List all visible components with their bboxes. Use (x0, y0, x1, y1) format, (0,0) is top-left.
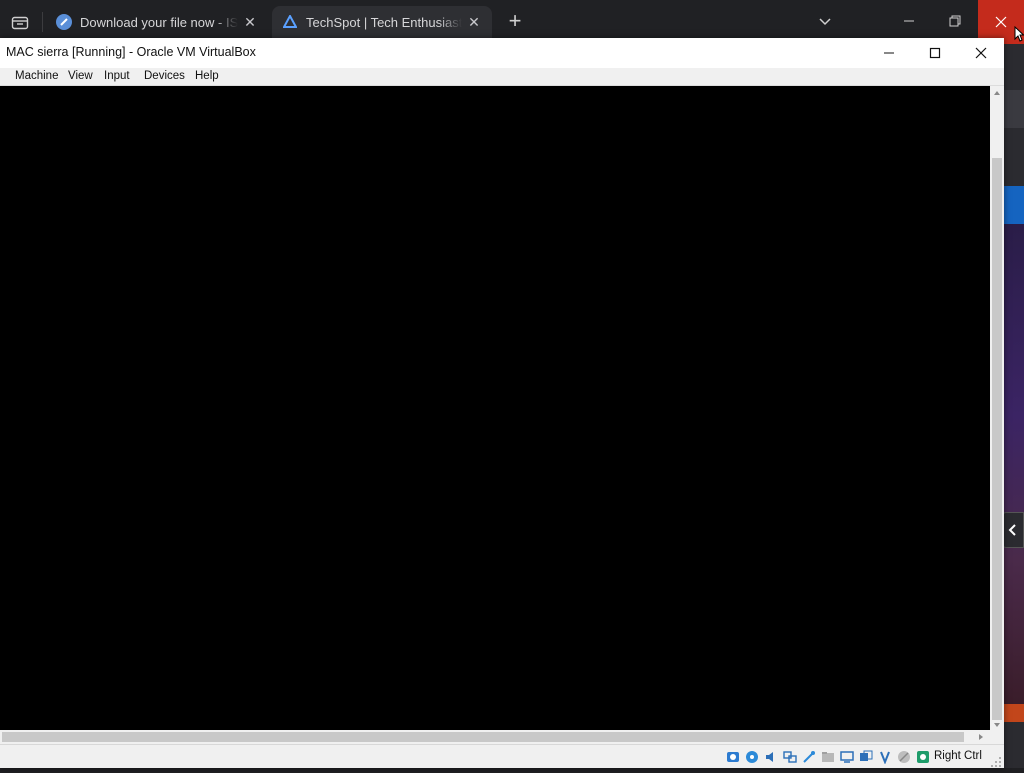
tab-title: TechSpot | Tech Enthusiasts, Power Users… (306, 14, 462, 30)
scroll-up-arrow-icon[interactable] (990, 86, 1004, 98)
resize-grip-icon[interactable] (990, 755, 1002, 767)
menu-input[interactable]: Input (104, 70, 130, 82)
vertical-scroll-thumb[interactable] (992, 158, 1002, 720)
vbox-maximize-icon[interactable] (912, 38, 958, 68)
vbox-titlebar[interactable]: MAC sierra [Running] - Oracle VM Virtual… (0, 38, 1004, 68)
vbox-minimize-icon[interactable] (866, 38, 912, 68)
browser-page-edge-banner (1004, 186, 1024, 224)
usb-icon[interactable] (802, 750, 816, 764)
tab-techspot[interactable]: TechSpot | Tech Enthusiasts, Power Users… (272, 6, 492, 38)
audio-icon[interactable] (764, 750, 778, 764)
vm-display[interactable] (0, 86, 990, 730)
menu-view[interactable]: View (68, 70, 93, 82)
sidebar-collapse-chevron-icon[interactable] (1002, 512, 1024, 548)
tab-close-icon[interactable]: ✕ (242, 14, 258, 31)
mouse-integration-icon[interactable] (878, 750, 892, 765)
menu-devices[interactable]: Devices (144, 70, 185, 82)
techspot-icon (282, 14, 298, 30)
browser-page-edge-block (1004, 90, 1024, 128)
menu-machine[interactable]: Machine (15, 70, 58, 82)
video-capture-icon[interactable] (859, 750, 873, 764)
horizontal-scrollbar[interactable] (0, 730, 990, 744)
browser-restore-icon[interactable] (944, 10, 966, 32)
hard-disk-icon[interactable] (726, 750, 740, 764)
network-icon[interactable] (783, 750, 797, 764)
tab-isoriver[interactable]: Download your file now - ISORIVER ✕ (46, 6, 268, 38)
scroll-down-arrow-icon[interactable] (990, 718, 1004, 730)
browser-page-edge-image (1004, 224, 1024, 704)
vbox-close-icon[interactable] (958, 38, 1004, 68)
vbox-statusbar: Right Ctrl (0, 744, 1004, 768)
scroll-right-arrow-icon[interactable] (974, 730, 988, 744)
keyboard-icon[interactable] (916, 750, 930, 764)
tab-close-icon[interactable]: ✕ (466, 14, 482, 31)
optical-disk-icon[interactable] (745, 750, 759, 764)
virtualbox-window: MAC sierra [Running] - Oracle VM Virtual… (0, 38, 1004, 768)
browser-page-edge-accent (1004, 704, 1024, 722)
cpu-icon[interactable] (897, 750, 911, 764)
new-tab-button[interactable]: + (503, 10, 527, 34)
tab-list-chevron-icon[interactable] (814, 12, 836, 32)
menu-help[interactable]: Help (195, 70, 219, 82)
shared-folders-icon[interactable] (821, 750, 835, 764)
tab-title: Download your file now - ISORIVER (80, 14, 238, 30)
mouse-cursor-icon (1014, 25, 1024, 47)
vbox-menubar: Machine View Input Devices Help (0, 68, 1004, 86)
window-title: MAC sierra [Running] - Oracle VM Virtual… (6, 45, 256, 59)
horizontal-scroll-thumb[interactable] (2, 732, 964, 742)
browser-minimize-icon[interactable] (898, 10, 920, 32)
vertical-scrollbar[interactable] (990, 86, 1004, 730)
download-site-icon (56, 14, 72, 30)
host-key-label: Right Ctrl (934, 750, 982, 762)
tab-actions-icon[interactable] (6, 8, 34, 36)
tab-separator (42, 12, 43, 32)
display-icon[interactable] (840, 750, 854, 764)
